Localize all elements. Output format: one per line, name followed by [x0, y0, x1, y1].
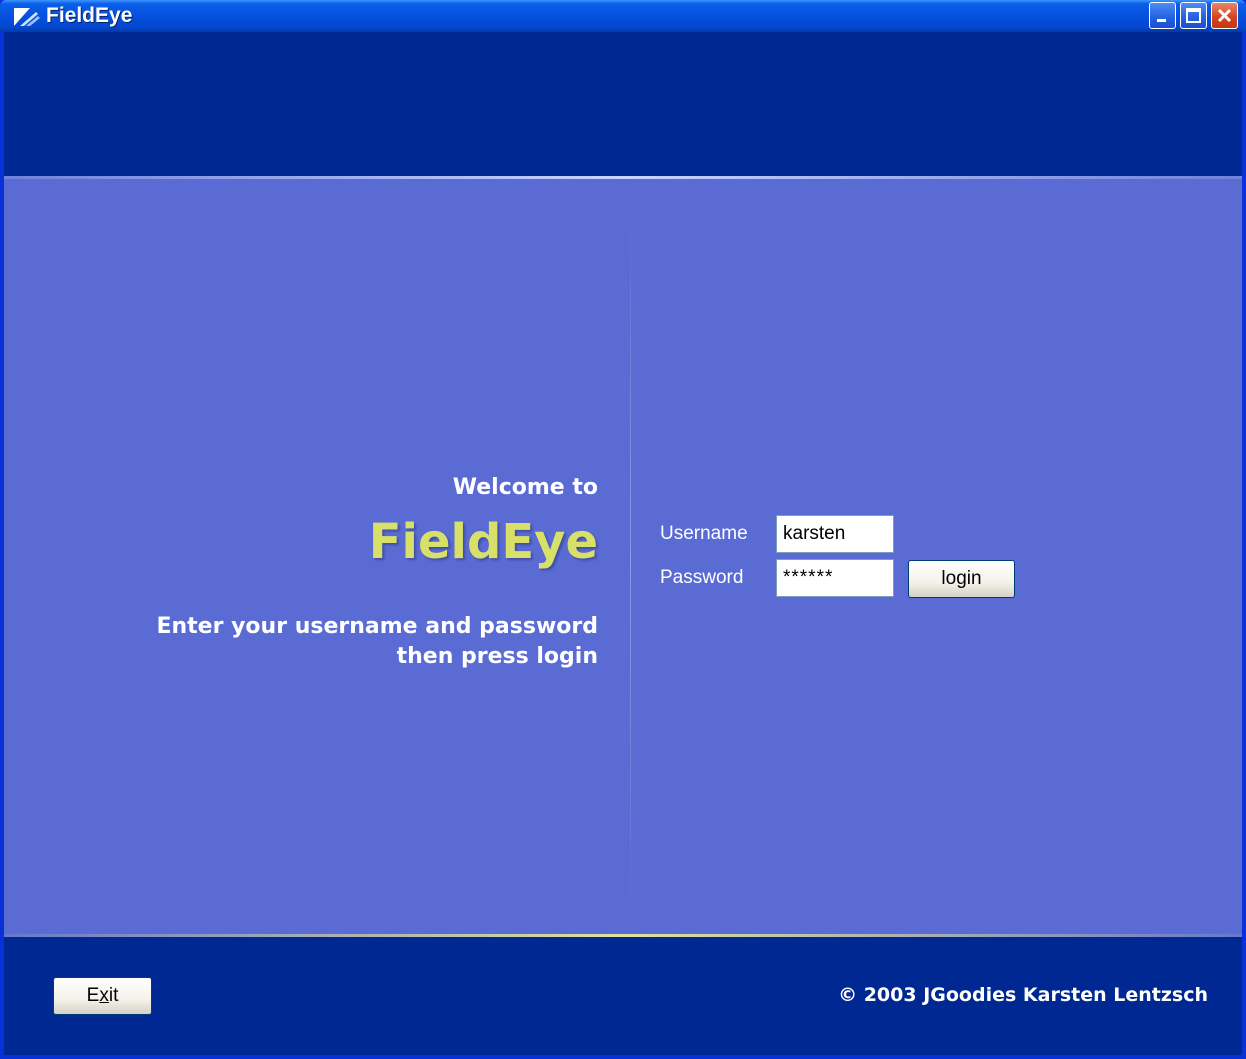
- minimize-button[interactable]: [1149, 2, 1176, 29]
- app-icon: [12, 6, 42, 28]
- username-label: Username: [660, 523, 748, 544]
- login-button[interactable]: login: [908, 560, 1015, 598]
- instruction-line: then press login: [396, 644, 598, 669]
- username-field[interactable]: [776, 515, 894, 553]
- password-label: Password: [660, 567, 744, 588]
- copyright-text: © 2003 JGoodies Karsten Lentzsch: [838, 984, 1208, 1006]
- maximize-button[interactable]: [1180, 2, 1207, 29]
- client-area: Welcome to FieldEye Enter your username …: [4, 32, 1242, 1055]
- instruction-line: Enter your username and password: [156, 614, 598, 639]
- title-bar[interactable]: FieldEye: [0, 0, 1246, 32]
- header-separator: [4, 176, 1242, 179]
- fieldeye-window: FieldEye Welcome to FieldEye Enter your …: [0, 0, 1246, 1059]
- brand-title: FieldEye: [368, 514, 598, 570]
- welcome-heading: Welcome to: [452, 475, 598, 500]
- login-instructions: Enter your username and password then pr…: [78, 612, 598, 672]
- close-icon: [1217, 8, 1232, 23]
- exit-mnemonic: x: [99, 985, 109, 1006]
- maximize-icon: [1186, 8, 1201, 23]
- exit-label-prefix: E: [86, 985, 100, 1006]
- exit-button[interactable]: Exit: [53, 977, 152, 1015]
- window-title: FieldEye: [46, 4, 133, 27]
- minimize-icon: [1157, 19, 1166, 22]
- panel-divider: [630, 202, 631, 922]
- close-button[interactable]: [1211, 2, 1238, 29]
- exit-label-suffix: it: [108, 985, 119, 1006]
- header-band: [4, 32, 1242, 176]
- password-field[interactable]: [776, 559, 894, 597]
